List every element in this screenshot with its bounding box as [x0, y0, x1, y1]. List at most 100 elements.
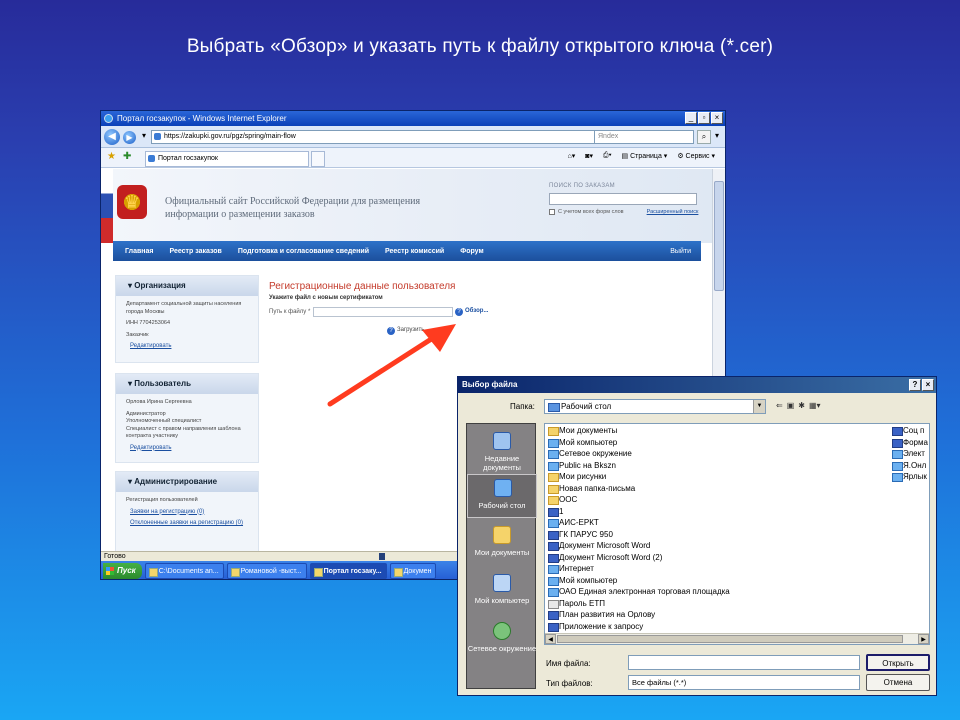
file-item[interactable]: Сетевое окружение — [547, 448, 887, 460]
scrollbar-thumb[interactable] — [714, 181, 724, 291]
site-nav: Главная Реестр заказов Подготовка и согл… — [113, 241, 701, 261]
place-my-computer[interactable]: Мой компьютер — [467, 570, 537, 614]
search-icon[interactable]: ⌕ — [697, 130, 711, 144]
scroll-right-icon[interactable]: ▶ — [918, 634, 929, 644]
file-item[interactable]: Форма — [891, 437, 929, 449]
browse-link[interactable]: Обзор... — [465, 308, 488, 314]
minimize-button[interactable]: _ — [685, 112, 697, 124]
file-item[interactable]: План развития на Орлову — [547, 609, 887, 621]
admin-panel-title[interactable]: ▾ Администрирование — [116, 472, 258, 492]
file-item[interactable]: Мои документы — [547, 425, 887, 437]
scroll-left-icon[interactable]: ◀ — [545, 634, 556, 644]
chevron-down-icon[interactable]: ▼ — [753, 400, 765, 413]
nav-orders-registry[interactable]: Реестр заказов — [169, 248, 221, 255]
status-progress — [379, 553, 385, 560]
history-dropdown-icon[interactable]: ▾ — [139, 130, 149, 144]
favorites-star-icon[interactable]: ★ — [107, 151, 116, 162]
task-word-romanova[interactable]: Романовой -выст... — [226, 563, 307, 579]
forward-arrow-icon[interactable]: ▶ — [123, 131, 136, 144]
registration-requests-link[interactable]: Заявки на регистрацию (0) — [130, 509, 248, 517]
file-item[interactable]: Приложение к запросу — [547, 621, 887, 633]
word-forms-label: С учетом всех форм слов — [558, 209, 624, 215]
start-button[interactable]: Пуск — [103, 563, 142, 579]
order-search-input[interactable] — [549, 193, 697, 205]
nav-exit[interactable]: Выйти — [670, 248, 691, 255]
address-input[interactable]: https://zakupki.gov.ru/pgz/spring/main-f… — [151, 130, 631, 144]
place-desktop[interactable]: Рабочий стол — [467, 474, 537, 518]
file-list-hscroll-thumb[interactable] — [557, 635, 903, 643]
file-item[interactable]: Элект — [891, 448, 929, 460]
file-item[interactable]: ОАО Единая электронная торговая площадка — [547, 586, 887, 598]
tab-portal[interactable]: Портал госзакупок — [145, 151, 309, 167]
page-subtitle: Укажите файл с новым сертификатом — [269, 295, 383, 301]
new-folder-icon[interactable]: ✱ — [798, 401, 805, 410]
file-item[interactable]: Public на Bkszn — [547, 460, 887, 472]
ie-titlebar[interactable]: Портал госзакупок - Windows Internet Exp… — [101, 111, 725, 126]
view-menu-icon[interactable]: ▦▾ — [809, 401, 821, 410]
file-list-hscroll[interactable]: ◀ ▶ — [545, 633, 929, 644]
task-portal[interactable]: Портал госзаку... — [309, 563, 387, 579]
dialog-close-button[interactable]: × — [922, 379, 934, 391]
my-documents-icon — [493, 526, 511, 544]
file-item[interactable]: Мой компьютер — [547, 437, 887, 449]
nav-home[interactable]: Главная — [125, 248, 153, 255]
upload-help-icon[interactable]: ? — [387, 327, 395, 335]
dialog-title: Выбор файла — [462, 380, 518, 389]
open-button[interactable]: Открыть — [866, 654, 930, 671]
task-document[interactable]: Докумен — [389, 563, 437, 579]
place-recent[interactable]: Недавние документы — [467, 428, 537, 472]
filename-input[interactable] — [628, 655, 860, 670]
back-icon[interactable]: ⇐ — [776, 401, 783, 410]
rss-icon[interactable]: ◙▾ — [585, 152, 593, 160]
user-edit-link[interactable]: Редактировать — [130, 445, 248, 453]
page-menu[interactable]: ▤ Страница ▾ — [622, 152, 668, 160]
file-item[interactable]: Мои рисунки — [547, 471, 887, 483]
file-item[interactable]: Соц п — [891, 425, 929, 437]
nav-forum[interactable]: Форум — [460, 248, 483, 255]
back-arrow-icon[interactable]: ◀ — [104, 129, 120, 145]
nav-commissions[interactable]: Реестр комиссий — [385, 248, 444, 255]
rejected-requests-link[interactable]: Отклоненные заявки на регистрацию (0) — [130, 520, 248, 528]
file-item[interactable]: Интернет — [547, 563, 887, 575]
up-folder-icon[interactable]: ▣ — [787, 401, 795, 410]
file-item[interactable]: Мой компьютер — [547, 575, 887, 587]
dialog-titlebar[interactable]: Выбор файла ? × — [458, 377, 936, 393]
user-panel-title[interactable]: ▾ Пользователь — [116, 374, 258, 394]
folder-select[interactable]: Рабочий стол ▼ — [544, 399, 766, 414]
file-item[interactable]: Документ Microsoft Word (2) — [547, 552, 887, 564]
upload-link[interactable]: Загрузить — [397, 327, 424, 333]
file-item[interactable]: 1 — [547, 506, 887, 518]
task-explorer[interactable]: C:\Documents an... — [144, 563, 224, 579]
filetype-select[interactable]: Все файлы (*.*) — [628, 675, 860, 690]
search-input[interactable]: Яndex — [594, 130, 694, 144]
file-list[interactable]: Мои документы Мой компьютер Сетевое окруже… — [544, 423, 930, 645]
help-icon[interactable]: ? — [455, 308, 463, 316]
org-panel-title[interactable]: ▾ Организация — [116, 276, 258, 296]
file-path-input[interactable] — [313, 307, 453, 317]
add-favorite-icon[interactable]: ✚ — [123, 151, 131, 162]
file-item[interactable]: Новая папка-письма — [547, 483, 887, 495]
file-item[interactable]: ООС — [547, 494, 887, 506]
print-icon[interactable]: ⎙▾ — [603, 152, 612, 160]
advanced-search-link[interactable]: Расширенный поиск — [647, 209, 699, 215]
close-button[interactable]: × — [711, 112, 723, 124]
dialog-help-button[interactable]: ? — [909, 379, 921, 391]
file-item[interactable]: Документ Microsoft Word — [547, 540, 887, 552]
file-item[interactable]: ГК ПАРУС 950 — [547, 529, 887, 541]
file-item[interactable]: Я.Онл — [891, 460, 929, 472]
place-my-documents[interactable]: Мои документы — [467, 522, 537, 566]
search-dropdown-icon[interactable]: ▾ — [712, 130, 722, 144]
file-item[interactable]: АИС-ЕРКТ — [547, 517, 887, 529]
home-icon[interactable]: ⌂▾ — [568, 152, 576, 160]
org-edit-link[interactable]: Редактировать — [130, 343, 248, 351]
place-network[interactable]: Сетевое окружение — [467, 618, 537, 662]
maximize-button[interactable]: ▫ — [698, 112, 710, 124]
file-item[interactable]: Пароль ЕТП — [547, 598, 887, 610]
file-item[interactable]: Ярлык — [891, 471, 929, 483]
org-panel: ▾ Организация Департамент социальной защ… — [115, 275, 259, 363]
tools-menu[interactable]: ⚙ Сервис ▾ — [677, 152, 715, 160]
cancel-button[interactable]: Отмена — [866, 674, 930, 691]
nav-preparation[interactable]: Подготовка и согласование сведений — [238, 248, 369, 255]
word-forms-checkbox[interactable] — [549, 209, 555, 215]
new-tab-button[interactable] — [311, 151, 325, 167]
